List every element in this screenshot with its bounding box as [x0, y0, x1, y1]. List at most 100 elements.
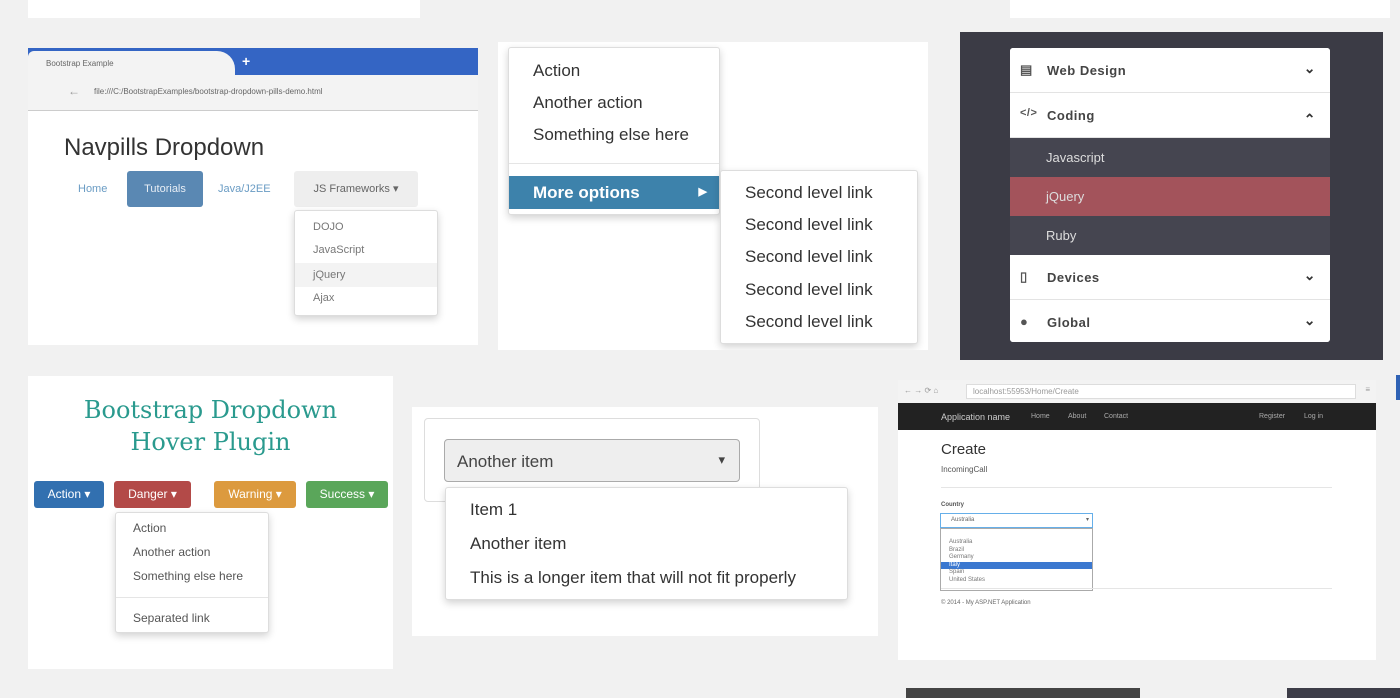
nav-contact[interactable]: Contact	[1104, 413, 1128, 420]
pills-dropdown-menu: DOJO JavaScript jQuery Ajax	[294, 210, 438, 316]
accordion-global[interactable]: ● Global ⌄	[1010, 300, 1330, 342]
menu-icon[interactable]: ≡	[1365, 385, 1370, 394]
accordion-devices[interactable]: ▯ Devices ⌄	[1010, 255, 1330, 300]
sub-item-jquery[interactable]: jQuery	[1010, 177, 1330, 216]
country-label: Country	[941, 502, 964, 508]
address-bar[interactable]: ← file:///C:/BootstrapExamples/bootstrap…	[28, 75, 478, 111]
accordion-menu-tile[interactable]: ▤ Web Design ⌄ </> Coding ⌃ Javascript j…	[960, 32, 1383, 360]
menu-item[interactable]: Another action	[116, 545, 268, 559]
aspnet-create-tile[interactable]: ← → ⟳ ⌂ localhost:55953/Home/Create ≡ Ap…	[898, 380, 1376, 660]
option[interactable]: Brazil	[941, 547, 1092, 555]
footer-text: © 2014 - My ASP.NET Application	[941, 600, 1031, 606]
divider	[116, 597, 268, 598]
sub-item-ruby[interactable]: Ruby	[1010, 216, 1330, 255]
submenu-item[interactable]: Second level link	[721, 280, 917, 300]
warning-button[interactable]: Warning ▾	[214, 481, 296, 508]
menu-item-active[interactable]: jQuery	[295, 263, 437, 287]
navpills-dropdown-tile[interactable]: Bootstrap Example + ← file:///C:/Bootstr…	[28, 48, 478, 345]
menu-item-separated-link[interactable]: Separated link	[116, 611, 268, 625]
database-icon: ▤	[1020, 62, 1033, 77]
option[interactable]: Spain	[941, 569, 1092, 577]
option-item[interactable]: Item 1	[446, 500, 847, 520]
caret-down-icon: ▾	[1085, 517, 1089, 523]
action-button[interactable]: Action ▾	[34, 481, 104, 508]
select-dropdown-tile[interactable]: Another item ▾ Item 1 Another item This …	[412, 407, 878, 636]
nav-icons[interactable]: ← → ⟳ ⌂	[904, 386, 938, 395]
new-tab-button[interactable]: +	[242, 53, 250, 69]
section-label: Devices	[1047, 270, 1100, 285]
nav-register[interactable]: Register	[1259, 413, 1285, 420]
menu-item-more-options[interactable]: More options ▶	[509, 176, 719, 209]
section-label: Global	[1047, 315, 1091, 330]
caret-right-icon: ▶	[698, 186, 707, 198]
divider	[509, 163, 719, 164]
plugin-title: Bootstrap Dropdown Hover Plugin	[83, 396, 338, 456]
option[interactable]: Germany	[941, 554, 1092, 562]
nav-home[interactable]: Home	[1031, 413, 1050, 420]
dropdown-menu: Action Another action Something else her…	[508, 47, 720, 215]
browser-tab[interactable]: Bootstrap Example	[28, 51, 235, 75]
hover-plugin-tile[interactable]: Bootstrap Dropdown Hover Plugin Action ▾ …	[28, 376, 393, 669]
menu-item-another-action[interactable]: Another action	[509, 93, 719, 113]
chevron-down-icon: ⌄	[1303, 312, 1316, 328]
danger-dropdown-menu: Action Another action Something else her…	[115, 512, 269, 633]
mobile-icon: ▯	[1020, 269, 1028, 284]
option[interactable]: Australia	[941, 539, 1092, 547]
nav-about[interactable]: About	[1068, 413, 1086, 420]
back-icon[interactable]: ←	[68, 84, 80, 98]
globe-icon: ●	[1020, 314, 1029, 329]
accordion-coding[interactable]: </> Coding ⌃	[1010, 93, 1330, 138]
menu-item[interactable]: Ajax	[295, 292, 437, 304]
partial-tile-bottom-2[interactable]	[1287, 688, 1400, 698]
accordion-panel: ▤ Web Design ⌄ </> Coding ⌃ Javascript j…	[1010, 48, 1330, 342]
partial-tile-top-left[interactable]	[28, 0, 420, 18]
submenu-item[interactable]: Second level link	[721, 215, 917, 235]
partial-tile-top-right[interactable]	[1010, 0, 1390, 18]
url-field[interactable]: localhost:55953/Home/Create	[966, 384, 1356, 399]
option[interactable]: United States	[941, 577, 1092, 585]
menu-item[interactable]: Something else here	[116, 569, 268, 583]
page-subheading: IncomingCall	[941, 465, 988, 474]
option-item[interactable]: This is a longer item that will not fit …	[446, 568, 847, 588]
submenu: Second level link Second level link Seco…	[720, 170, 918, 344]
menu-item[interactable]: JavaScript	[295, 244, 437, 256]
danger-button[interactable]: Danger ▾	[114, 481, 191, 508]
sub-item-javascript[interactable]: Javascript	[1010, 138, 1330, 177]
menu-item-action[interactable]: Action	[509, 61, 719, 81]
country-select[interactable]: Australia ▾	[940, 513, 1093, 528]
chevron-down-icon: ⌄	[1303, 267, 1316, 283]
select-box[interactable]: Another item ▾	[444, 439, 740, 482]
menu-item[interactable]: DOJO	[295, 221, 437, 233]
caret-down-icon: ▾	[718, 452, 725, 467]
submenu-item[interactable]: Second level link	[721, 247, 917, 267]
page-title: Navpills Dropdown	[64, 134, 265, 161]
pill-tutorials[interactable]: Tutorials	[127, 171, 203, 207]
multilevel-dropdown-tile[interactable]: Action Another action Something else her…	[498, 42, 928, 350]
country-options: Australia Brazil Germany Italy Spain Uni…	[940, 528, 1093, 591]
accordion-web-design[interactable]: ▤ Web Design ⌄	[1010, 48, 1330, 93]
submenu-item[interactable]: Second level link	[721, 183, 917, 203]
pill-js-frameworks[interactable]: JS Frameworks ▾	[294, 171, 418, 207]
code-icon: </>	[1020, 107, 1038, 119]
nav-login[interactable]: Log in	[1304, 413, 1323, 420]
success-button[interactable]: Success ▾	[306, 481, 388, 508]
page-heading: Create	[941, 441, 987, 458]
partial-tile-bottom-1[interactable]	[906, 688, 1140, 698]
option-highlighted[interactable]: Italy	[941, 561, 1092, 569]
select-options-menu: Item 1 Another item This is a longer ite…	[445, 487, 848, 600]
submenu-item[interactable]: Second level link	[721, 312, 917, 332]
pill-java[interactable]: Java/J2EE	[218, 183, 271, 195]
brand-link[interactable]: Application name	[941, 412, 1010, 422]
section-label: Web Design	[1047, 63, 1127, 78]
chevron-up-icon: ⌃	[1303, 111, 1316, 127]
option-item[interactable]: Another item	[446, 534, 847, 554]
menu-item[interactable]: Action	[116, 521, 268, 535]
browser-toolbar: ← → ⟳ ⌂ localhost:55953/Home/Create ≡	[898, 380, 1376, 403]
divider	[941, 588, 1332, 589]
menu-item-something-else[interactable]: Something else here	[509, 125, 719, 145]
partial-tile-right-edge[interactable]	[1396, 375, 1400, 400]
more-options-label: More options	[533, 183, 640, 202]
pill-home[interactable]: Home	[78, 183, 107, 195]
section-label: Coding	[1047, 108, 1095, 123]
chevron-down-icon: ⌄	[1303, 60, 1316, 76]
